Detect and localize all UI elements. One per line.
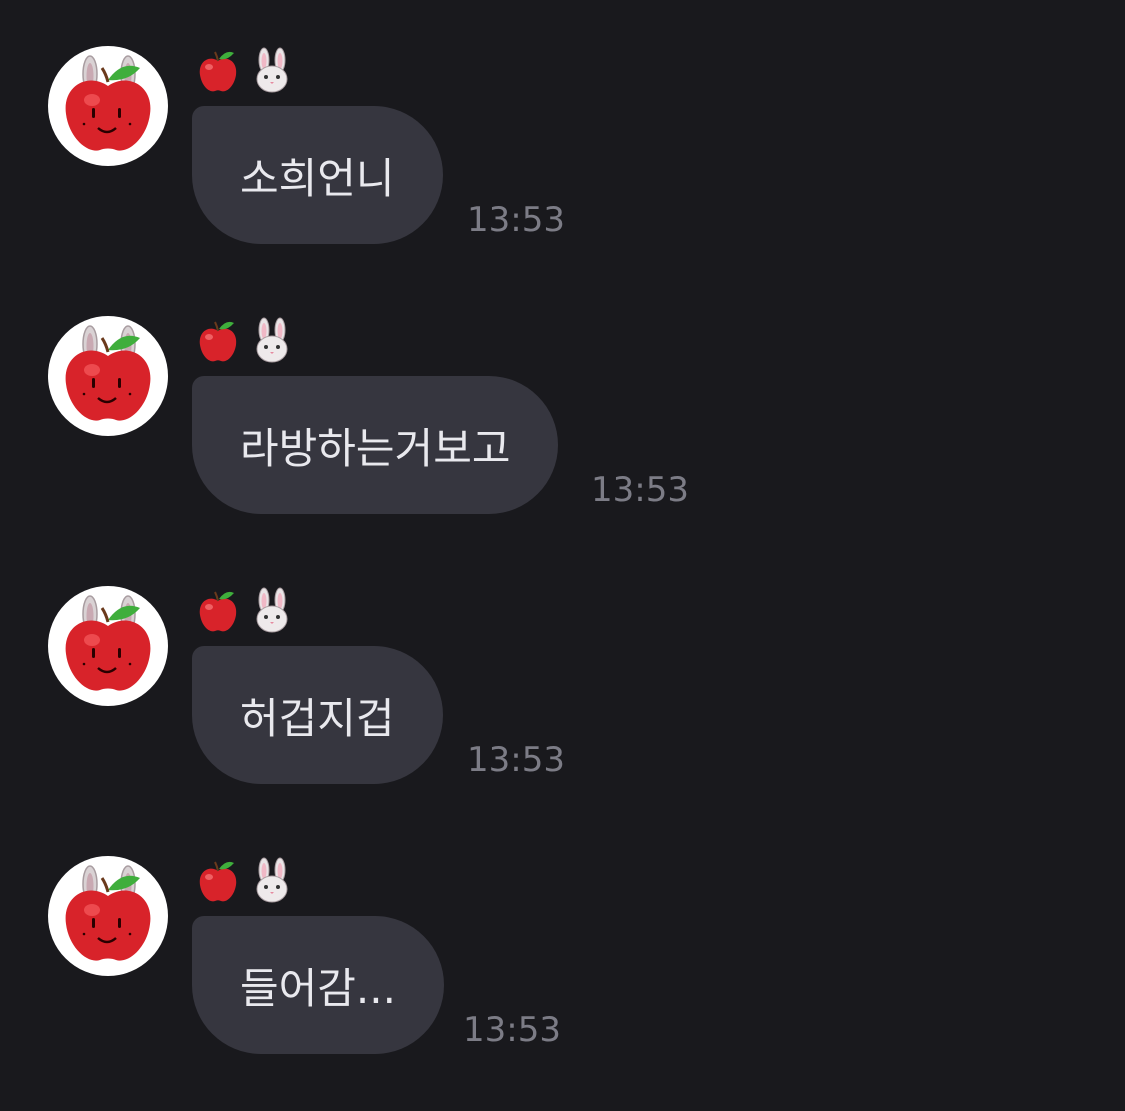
message-text: 들어감... bbox=[240, 963, 396, 1013]
message-text: 소희언니 bbox=[240, 153, 395, 203]
message-bubble[interactable]: 들어감... bbox=[192, 916, 444, 1054]
message-row: 🍎🐰 허겁지겁 13:53 bbox=[0, 586, 1125, 796]
message-row: 🍎🐰 라방하는거보고 13:53 bbox=[0, 316, 1125, 526]
message-bubble[interactable]: 라방하는거보고 bbox=[192, 376, 559, 514]
message-bubble[interactable]: 소희언니 bbox=[192, 106, 443, 244]
sender-name: 🍎🐰 bbox=[194, 316, 296, 366]
message-text: 라방하는거보고 bbox=[240, 423, 511, 473]
rabbit-face-emoji-icon bbox=[256, 857, 288, 903]
sender-name: 🍎🐰 bbox=[194, 586, 296, 636]
message-text: 허겁지겁 bbox=[240, 693, 395, 743]
apple-emoji-icon bbox=[199, 321, 237, 362]
sender-avatar[interactable] bbox=[48, 856, 168, 976]
rabbit-face-emoji-icon bbox=[256, 587, 288, 633]
message-timestamp: 13:53 bbox=[467, 200, 565, 240]
sender-name: 🍎🐰 bbox=[194, 46, 296, 96]
message-row: 🍎🐰 들어감... 13:53 bbox=[0, 856, 1125, 1066]
apple-bunny-icon bbox=[65, 865, 151, 961]
message-timestamp: 13:53 bbox=[591, 470, 689, 510]
message-bubble[interactable]: 허겁지겁 bbox=[192, 646, 443, 784]
apple-bunny-icon bbox=[65, 325, 151, 421]
apple-emoji-icon bbox=[199, 861, 237, 902]
sender-avatar[interactable] bbox=[48, 586, 168, 706]
chat-thread: 🍎🐰 소희언니 13:53 bbox=[0, 0, 1125, 1111]
apple-bunny-icon bbox=[65, 55, 151, 151]
apple-bunny-icon bbox=[65, 595, 151, 691]
message-timestamp: 13:53 bbox=[467, 740, 565, 780]
rabbit-face-emoji-icon bbox=[256, 47, 288, 93]
apple-emoji-icon bbox=[199, 51, 237, 92]
sender-avatar[interactable] bbox=[48, 46, 168, 166]
message-row: 🍎🐰 소희언니 13:53 bbox=[0, 46, 1125, 256]
rabbit-face-emoji-icon bbox=[256, 317, 288, 363]
sender-avatar[interactable] bbox=[48, 316, 168, 436]
apple-emoji-icon bbox=[199, 591, 237, 632]
sender-name: 🍎🐰 bbox=[194, 856, 296, 906]
message-timestamp: 13:53 bbox=[463, 1010, 561, 1050]
